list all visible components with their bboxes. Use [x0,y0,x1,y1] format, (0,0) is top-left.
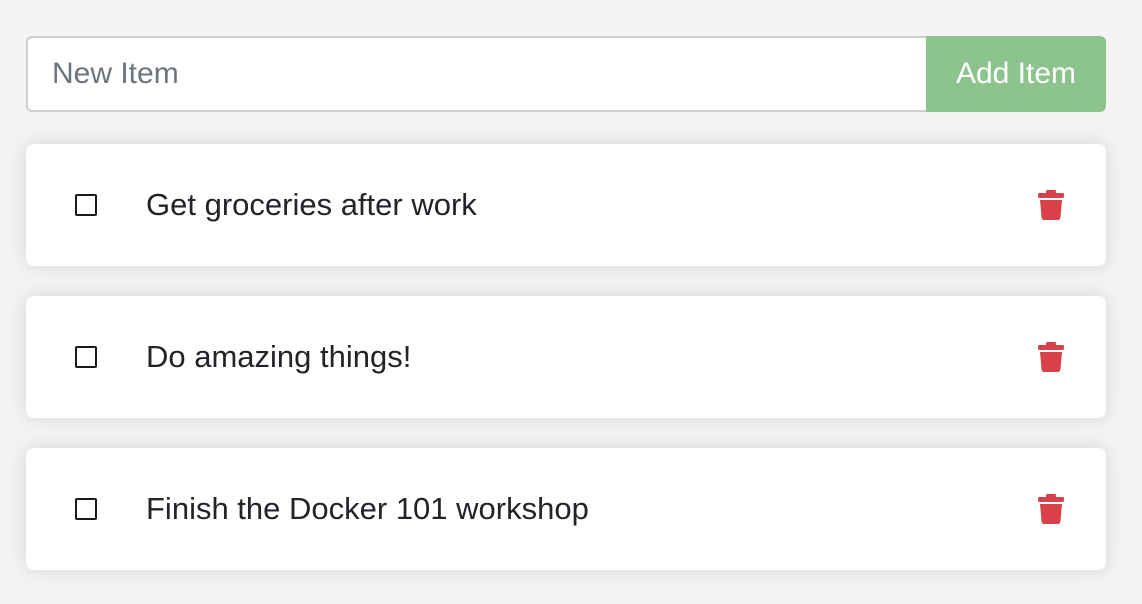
delete-item-button[interactable] [1034,493,1068,525]
checkbox-unchecked-icon[interactable] [75,498,97,520]
todo-item-name: Finish the Docker 101 workshop [146,491,589,526]
trash-icon [1038,342,1064,372]
todo-item-name: Get groceries after work [146,187,477,222]
todo-item: Do amazing things! [26,296,1106,418]
checkbox-unchecked-icon[interactable] [75,346,97,368]
todo-item: Finish the Docker 101 workshop [26,448,1106,570]
todo-item: Get groceries after work [26,144,1106,266]
trash-icon [1038,190,1064,220]
checkbox-unchecked-icon[interactable] [75,194,97,216]
add-item-form: Add Item [26,36,1106,112]
delete-item-button[interactable] [1034,189,1068,221]
delete-item-button[interactable] [1034,341,1068,373]
new-item-input[interactable] [26,36,926,112]
todo-item-name: Do amazing things! [146,339,412,374]
todo-list: Get groceries after work Do amazing thin… [26,144,1106,600]
todo-app: Add Item Get groceries after work Do ama… [0,0,1142,604]
trash-icon [1038,494,1064,524]
add-item-button[interactable]: Add Item [926,36,1106,112]
